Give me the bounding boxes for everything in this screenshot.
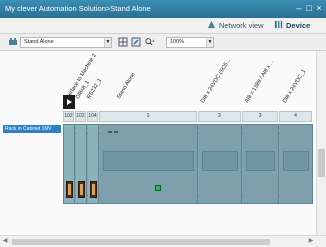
tab-network-view[interactable]: Network view [207, 20, 264, 32]
module-di8-1[interactable] [280, 125, 312, 203]
vertical-scrollbar[interactable] [316, 51, 326, 235]
connector-icon [66, 181, 73, 198]
rack-in-cabinet-link[interactable]: Rack in Cabinet 1NV [3, 125, 61, 133]
slot-header: 4 [279, 111, 312, 122]
device-select[interactable]: Stand Alone ▼ [20, 37, 112, 48]
window-title: My clever Automation Solution>Stand Alon… [5, 4, 151, 13]
slot-header: 102 [63, 111, 74, 122]
slot-header: 102 [75, 111, 86, 122]
device-rack[interactable] [63, 124, 313, 204]
tab-device-view[interactable]: Device view [274, 20, 326, 42]
tab-network-view-label: Network view [219, 21, 264, 30]
connector-icon [78, 181, 85, 198]
module-stand-alone-cpu[interactable] [100, 125, 198, 203]
slot-header: 1 [99, 111, 197, 122]
rack-expand-button[interactable] [63, 95, 75, 109]
device-overview-icon[interactable] [8, 37, 18, 47]
minimize-icon[interactable]: – [294, 3, 304, 13]
slot-header: 3 [242, 111, 278, 122]
module-rs232[interactable] [88, 125, 99, 203]
horizontal-scrollbar[interactable]: ◀ ▶ [0, 235, 326, 247]
module-di8-so5[interactable] [199, 125, 242, 203]
network-view-icon [207, 20, 216, 29]
module-interface[interactable] [64, 125, 75, 203]
slot-header: 104 [87, 111, 98, 122]
status-led [108, 131, 112, 133]
module-ai8[interactable] [243, 125, 279, 203]
scroll-right-icon[interactable]: ▶ [308, 238, 314, 245]
vertical-scroll-thumb[interactable] [318, 149, 325, 177]
svg-text:±: ± [152, 38, 155, 43]
device-select-value: Stand Alone [24, 39, 54, 45]
scroll-left-icon[interactable]: ◀ [2, 238, 8, 245]
device-view-icon [274, 20, 283, 29]
device-toolbar: Stand Alone ▼ ± 100% ▼ [0, 34, 326, 51]
zoom-select[interactable]: 100% ▼ [166, 37, 214, 48]
chevron-down-icon: ▼ [104, 38, 111, 47]
module-di8x8[interactable] [76, 125, 87, 203]
chevron-down-icon: ▼ [206, 38, 213, 47]
module-front-panel [283, 151, 309, 171]
connector-icon [90, 181, 97, 198]
cpu-front-panel [103, 151, 194, 171]
horizontal-scroll-thumb[interactable] [12, 239, 270, 245]
module-front-panel [246, 151, 275, 171]
zoom-value: 100% [170, 39, 185, 45]
grid-icon[interactable] [118, 37, 128, 47]
run-led-icon [155, 185, 161, 191]
status-led [114, 131, 118, 133]
module-front-panel [202, 151, 238, 171]
window-title-bar: My clever Automation Solution>Stand Alon… [0, 0, 326, 18]
close-icon[interactable]: × [314, 3, 324, 13]
view-switch-bar: Network view Device view [0, 18, 326, 42]
zoom-icon[interactable]: ± [145, 37, 155, 47]
properties-icon[interactable] [131, 37, 141, 47]
restore-icon[interactable]: □ [304, 3, 314, 13]
slot-header: 2 [198, 111, 241, 122]
